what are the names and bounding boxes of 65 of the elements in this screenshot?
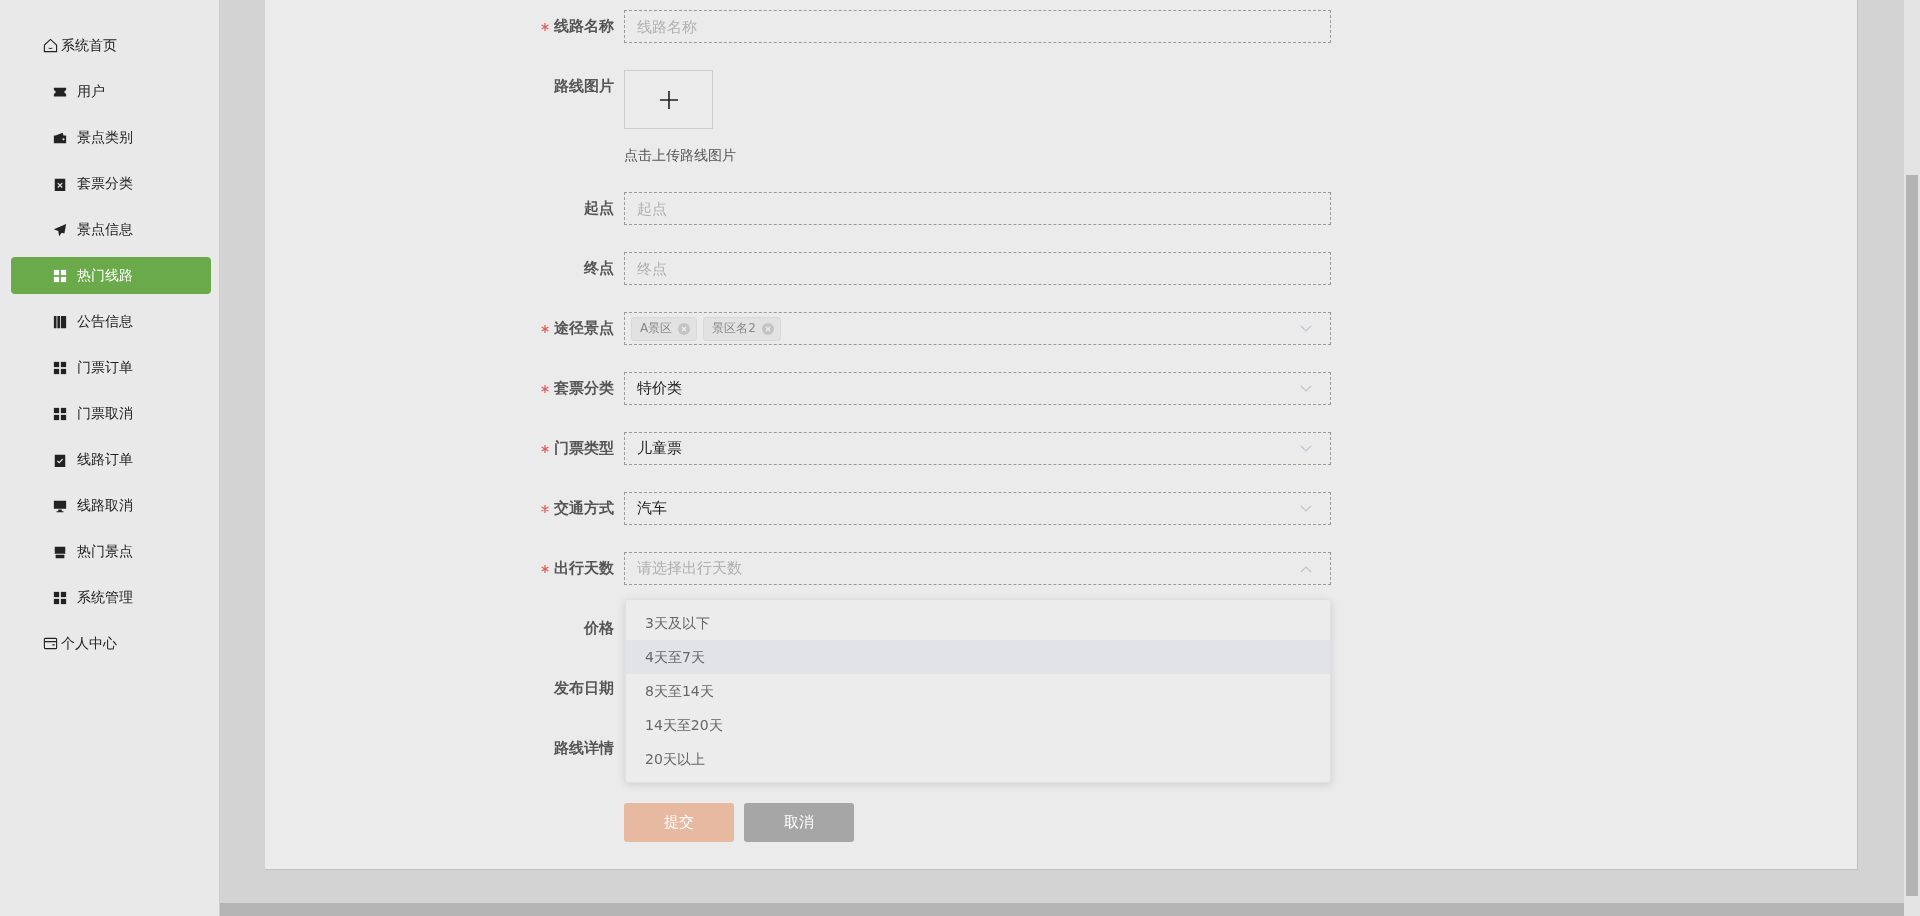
required-icon (541, 384, 549, 393)
dropdown-option[interactable]: 20天以上 (626, 742, 1330, 776)
required-icon (541, 564, 549, 573)
monitor-icon (53, 498, 67, 513)
clipboard-icon (53, 176, 67, 191)
sidebar-item[interactable]: 个人中心 (11, 625, 211, 662)
plus-icon (658, 89, 679, 110)
sidebar-item[interactable]: 门票订单 (11, 349, 211, 386)
sidebar-item[interactable]: 门票取消 (11, 395, 211, 432)
sidebar-item[interactable]: 景点信息 (11, 211, 211, 248)
vertical-scrollbar[interactable] (1904, 0, 1920, 916)
field-label: 套票分类 (554, 378, 614, 399)
field-label: 交通方式 (554, 498, 614, 519)
field-label: 价格 (584, 618, 614, 639)
grid-icon (53, 360, 67, 375)
upload-hint: 点击上传路线图片 (624, 146, 737, 165)
grid-icon (53, 268, 67, 283)
horizontal-scrollbar[interactable] (220, 903, 1904, 916)
sidebar-item[interactable]: 景点类别 (11, 119, 211, 156)
paper-plane-icon (53, 222, 67, 237)
select-field[interactable]: 特价类 (624, 372, 1331, 405)
chevron-down-icon (1300, 324, 1312, 333)
required-icon (541, 324, 549, 333)
sidebar-item[interactable]: 线路取消 (11, 487, 211, 524)
field-label: 线路名称 (554, 16, 614, 37)
required-icon (541, 444, 549, 453)
sidebar-item[interactable]: 系统管理 (11, 579, 211, 616)
tag: A景区 (631, 316, 698, 341)
clipboard-check-icon (53, 452, 67, 467)
required-icon (541, 22, 549, 31)
dropdown-option[interactable]: 8天至14天 (626, 674, 1330, 708)
field-label: 起点 (584, 198, 614, 219)
required-icon (541, 504, 549, 513)
text-field[interactable]: 终点 (624, 252, 1331, 285)
sidebar-item[interactable]: 套票分类 (11, 165, 211, 202)
field-label: 终点 (584, 258, 614, 279)
grid-icon (53, 406, 67, 421)
kiosk-icon (53, 544, 67, 559)
field-label: 发布日期 (554, 678, 614, 699)
select-field[interactable]: 儿童票 (624, 432, 1331, 465)
field-label: 路线图片 (554, 76, 614, 97)
sidebar-item[interactable]: 系统首页 (11, 27, 211, 64)
sidebar-item[interactable]: 线路订单 (11, 441, 211, 478)
text-field[interactable]: 起点 (624, 192, 1331, 225)
wallet-icon (53, 130, 67, 145)
tag: 景区名2 (703, 316, 781, 341)
sidebar-item[interactable]: 热门景点 (11, 533, 211, 570)
sidebar-item[interactable]: 用户 (11, 73, 211, 110)
field-label: 门票类型 (554, 438, 614, 459)
field-label: 出行天数 (554, 558, 614, 579)
dropdown-option[interactable]: 4天至7天 (626, 640, 1330, 674)
home-icon (43, 38, 58, 53)
upload-button[interactable] (624, 70, 713, 129)
close-icon[interactable] (761, 322, 774, 335)
grid-icon (53, 590, 67, 605)
close-icon[interactable] (678, 322, 691, 335)
dropdown-option[interactable]: 14天至20天 (626, 708, 1330, 742)
field-label: 途径景点 (554, 318, 614, 339)
field-label: 路线详情 (554, 738, 614, 759)
card-icon (43, 636, 58, 651)
select-field[interactable]: 汽车 (624, 492, 1331, 525)
dropdown-option[interactable]: 3天及以下 (626, 606, 1330, 640)
sidebar-item[interactable]: 公告信息 (11, 303, 211, 340)
book-icon (53, 314, 67, 329)
text-field[interactable]: 线路名称 (624, 10, 1331, 43)
